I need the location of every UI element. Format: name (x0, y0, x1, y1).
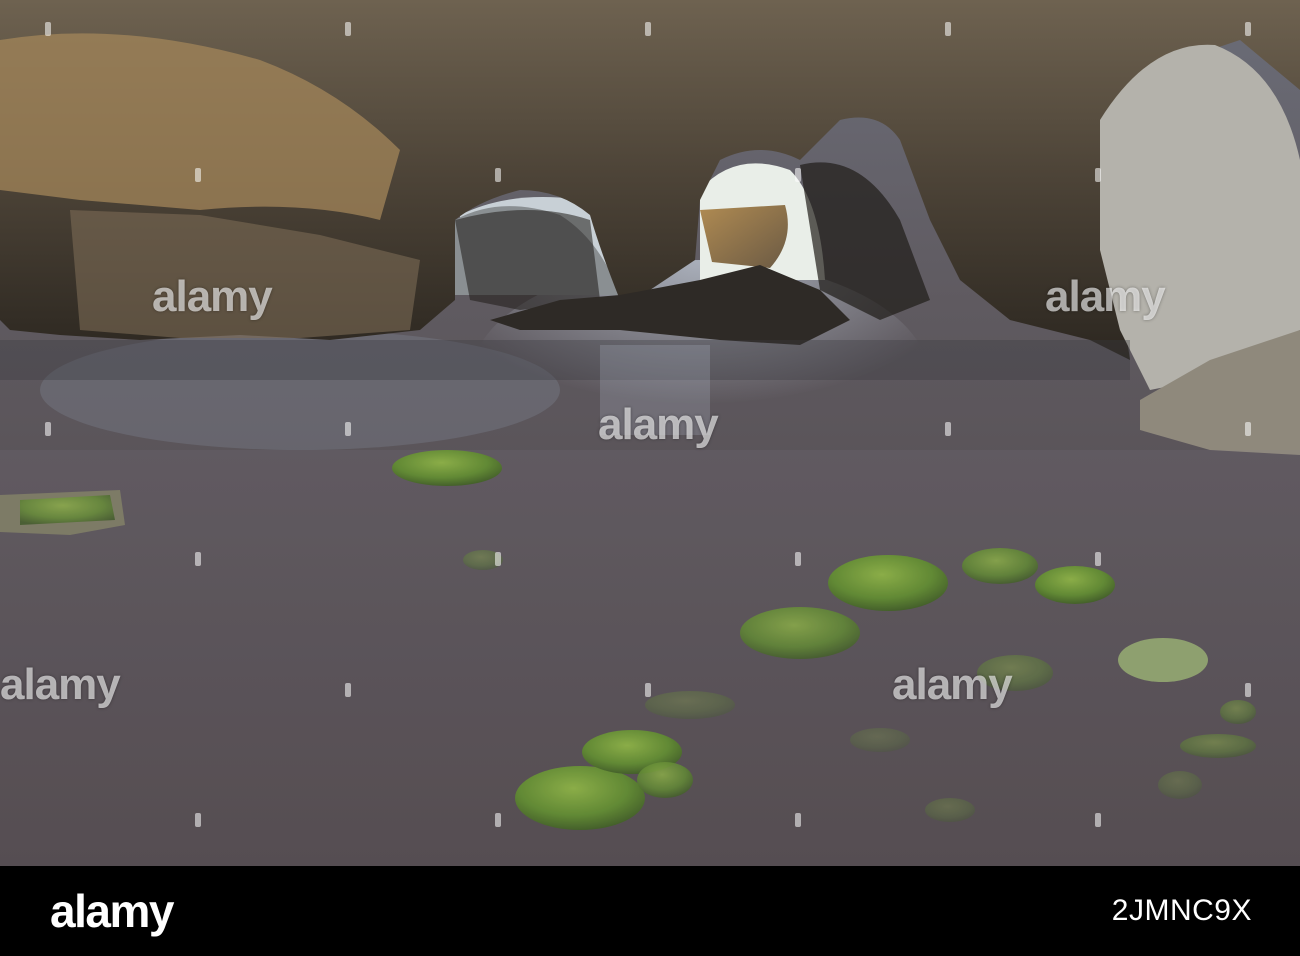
sea-arch-photo (0, 0, 1300, 866)
brand-logo[interactable]: alamy (50, 884, 174, 938)
image-id: 2JMNC9X (1111, 894, 1252, 927)
footer-bar: alamy 2JMNC9X (0, 866, 1300, 956)
photo: alamy alamy alamy alamy alamy (0, 0, 1300, 866)
